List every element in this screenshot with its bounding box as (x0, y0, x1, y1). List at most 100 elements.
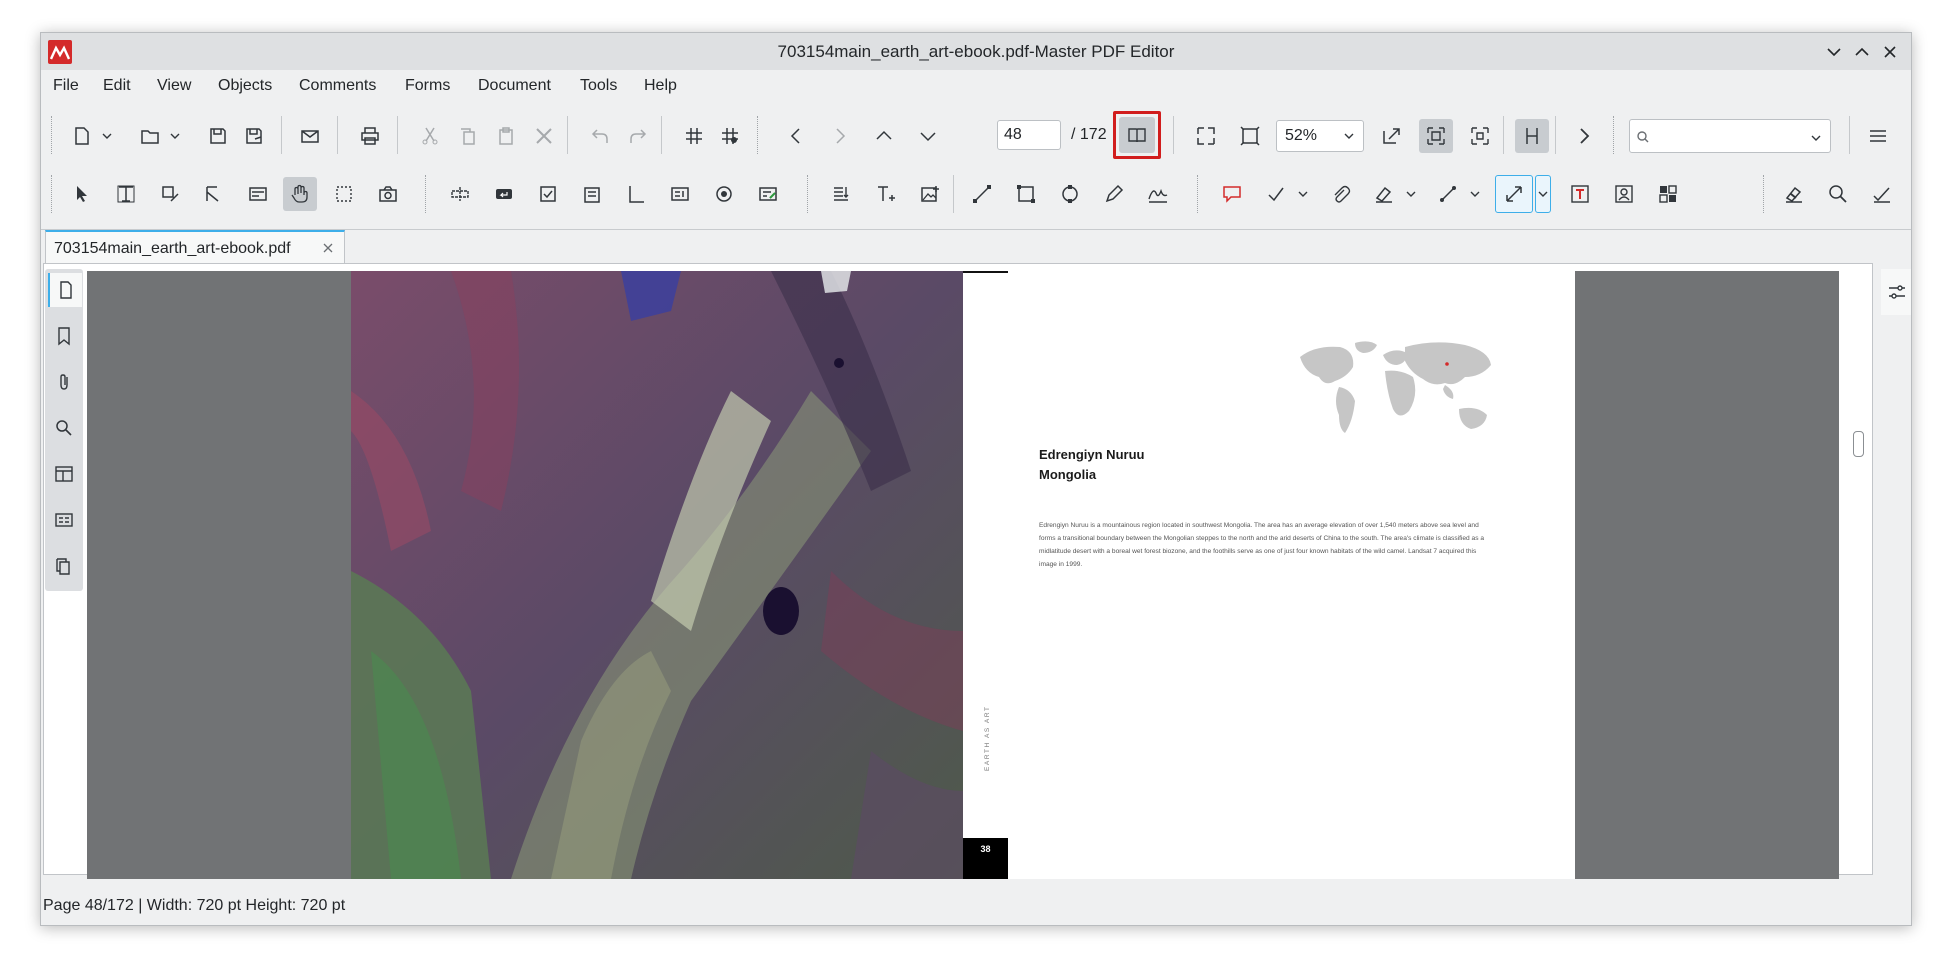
line-tool-icon[interactable] (965, 177, 999, 211)
hamburger-menu-icon[interactable] (1861, 119, 1895, 153)
properties-panel-icon[interactable] (1881, 269, 1911, 315)
measure-chevron-down-icon[interactable] (1535, 175, 1551, 213)
text-box-annotation-icon[interactable] (1563, 177, 1597, 211)
vertical-scrollbar[interactable] (1853, 431, 1864, 457)
open-dropdown-chevron-icon[interactable] (167, 119, 183, 153)
close-window-button[interactable] (1877, 39, 1903, 65)
radio-button-icon[interactable] (707, 177, 741, 211)
maximize-button[interactable] (1849, 39, 1875, 65)
fit-actual-size-icon[interactable] (1189, 119, 1223, 153)
menu-edit[interactable]: Edit (103, 77, 131, 95)
document-view[interactable]: Edrengiyn Nuruu Mongolia Edrengiyn Nuruu… (87, 271, 1839, 879)
first-page-up-icon[interactable] (867, 119, 901, 153)
text-format-icon[interactable] (825, 177, 859, 211)
bookmarks-panel-icon[interactable] (48, 319, 80, 353)
snapshot-camera-icon[interactable] (371, 177, 405, 211)
edit-object-icon[interactable] (153, 177, 187, 211)
email-icon[interactable] (293, 119, 327, 153)
snap-to-grid-icon[interactable] (713, 119, 747, 153)
next-page-icon[interactable] (823, 119, 857, 153)
eraser-icon[interactable] (1777, 177, 1811, 211)
more-tools-chevron-right-icon[interactable] (1567, 119, 1601, 153)
tab-close-icon[interactable] (322, 242, 334, 254)
location-description: Edrengiyn Nuruu is a mountainous region … (1039, 522, 1485, 568)
forms-panel-icon[interactable] (48, 503, 80, 537)
delete-icon[interactable] (527, 119, 561, 153)
arrange-objects-icon[interactable] (1651, 177, 1685, 211)
zoom-select[interactable]: 52% (1276, 120, 1364, 152)
save-icon[interactable] (201, 119, 235, 153)
sign-check-icon[interactable] (1865, 177, 1899, 211)
find-annotation-icon[interactable] (1821, 177, 1855, 211)
location-title-line1: Edrengiyn Nuruu (1039, 447, 1145, 462)
copy-icon[interactable] (451, 119, 485, 153)
menu-file[interactable]: File (53, 77, 79, 95)
edit-text-icon[interactable] (109, 177, 143, 211)
add-image-icon[interactable] (913, 177, 947, 211)
combo-box-icon[interactable] (575, 177, 609, 211)
fit-visible-icon[interactable] (1419, 119, 1453, 153)
continuous-scroll-icon[interactable] (1515, 119, 1549, 153)
menu-tools[interactable]: Tools (580, 77, 617, 95)
text-field-icon[interactable] (443, 177, 477, 211)
insert-stamp-icon[interactable] (1607, 177, 1641, 211)
signature-field-icon[interactable] (751, 177, 785, 211)
toolbar-grip[interactable] (51, 116, 55, 154)
stamp-chevron-down-icon[interactable] (1295, 177, 1311, 211)
pages-panel-icon[interactable] (48, 273, 82, 307)
marquee-select-icon[interactable] (327, 177, 361, 211)
search-input[interactable] (1629, 119, 1831, 153)
page-number-input[interactable]: 48 (997, 120, 1061, 150)
grid-icon[interactable] (677, 119, 711, 153)
menu-forms[interactable]: Forms (405, 77, 450, 95)
attach-file-icon[interactable] (1323, 177, 1357, 211)
list-box-icon[interactable] (619, 177, 653, 211)
save-as-icon[interactable] (237, 119, 271, 153)
stamp-check-icon[interactable] (1259, 177, 1293, 211)
undo-icon[interactable] (583, 119, 617, 153)
date-field-icon[interactable] (663, 177, 697, 211)
ellipse-tool-icon[interactable] (1053, 177, 1087, 211)
menu-objects[interactable]: Objects (218, 77, 272, 95)
copies-panel-icon[interactable] (48, 549, 80, 583)
select-arrow-icon[interactable] (65, 177, 99, 211)
minimize-button[interactable] (1821, 39, 1847, 65)
new-dropdown-chevron-icon[interactable] (99, 119, 115, 153)
search-chevron-down-icon[interactable] (1810, 132, 1822, 144)
form-list-icon[interactable] (241, 177, 275, 211)
last-page-down-icon[interactable] (911, 119, 945, 153)
layers-panel-icon[interactable] (48, 457, 80, 491)
draw-line-chevron-down-icon[interactable] (1467, 177, 1483, 211)
add-comment-icon[interactable] (1215, 177, 1249, 211)
fullscreen-icon[interactable] (1463, 119, 1497, 153)
fit-page-icon[interactable] (1233, 119, 1267, 153)
pencil-tool-icon[interactable] (1097, 177, 1131, 211)
paste-icon[interactable] (489, 119, 523, 153)
rectangle-tool-icon[interactable] (1009, 177, 1043, 211)
attachments-panel-icon[interactable] (48, 365, 80, 399)
highlight-chevron-down-icon[interactable] (1403, 177, 1419, 211)
draw-line-icon[interactable] (1431, 177, 1465, 211)
print-icon[interactable] (353, 119, 387, 153)
new-document-icon[interactable] (65, 119, 99, 153)
signature-pen-icon[interactable] (1141, 177, 1175, 211)
measure-arrow-icon[interactable] (1495, 175, 1533, 213)
left-sidebar (45, 269, 83, 591)
add-text-icon[interactable] (869, 177, 903, 211)
fit-width-icon[interactable] (1375, 119, 1409, 153)
highlight-text-icon[interactable] (1367, 177, 1401, 211)
menu-comments[interactable]: Comments (299, 77, 376, 95)
open-folder-icon[interactable] (133, 119, 167, 153)
hand-tool-icon[interactable] (283, 177, 317, 211)
redo-icon[interactable] (621, 119, 655, 153)
checkbox-field-icon[interactable] (531, 177, 565, 211)
menu-view[interactable]: View (157, 77, 191, 95)
search-panel-icon[interactable] (48, 411, 80, 445)
menu-help[interactable]: Help (644, 77, 677, 95)
previous-page-icon[interactable] (779, 119, 813, 153)
cut-icon[interactable] (413, 119, 447, 153)
button-field-icon[interactable] (487, 177, 521, 211)
edit-forms-icon[interactable] (197, 177, 231, 211)
document-tab[interactable]: 703154main_earth_art-ebook.pdf (45, 230, 345, 264)
menu-document[interactable]: Document (478, 77, 551, 95)
